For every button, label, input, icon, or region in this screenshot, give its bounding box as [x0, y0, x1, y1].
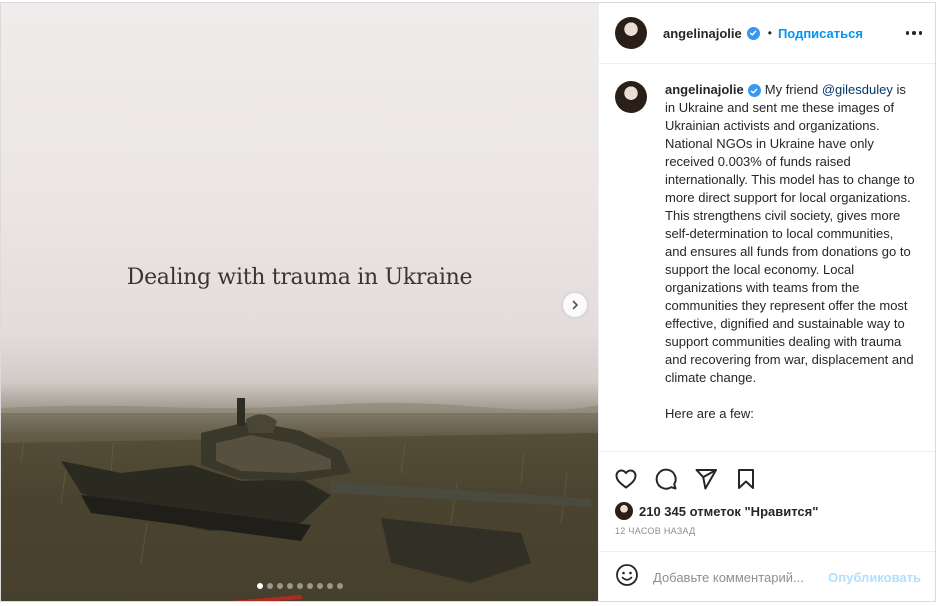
- post-header: angelinajolie • Подписаться: [599, 3, 935, 64]
- post-media[interactable]: Dealing with trauma in Ukraine: [1, 3, 598, 601]
- post-timestamp[interactable]: 12 ЧАСОВ НАЗАД: [615, 526, 921, 536]
- avatar[interactable]: [615, 17, 647, 49]
- caption: angelinajolie My friend @gilesduley is in…: [615, 81, 921, 387]
- more-icon[interactable]: [905, 31, 922, 35]
- carousel-dot: [336, 583, 343, 589]
- carousel-dot: [296, 583, 303, 589]
- publish-button[interactable]: Опубликовать: [828, 570, 921, 585]
- caption-text: angelinajolie My friend @gilesduley is in…: [665, 81, 915, 387]
- action-bar: 210 345 отметок "Нравится" 12 ЧАСОВ НАЗА…: [599, 451, 935, 536]
- caption-intro: My friend: [764, 82, 819, 97]
- emoji-icon[interactable]: [615, 563, 639, 592]
- post-side-panel: angelinajolie • Подписаться angelinajoli…: [598, 3, 935, 601]
- avatar: [615, 502, 633, 520]
- share-icon[interactable]: [693, 466, 719, 492]
- author-username[interactable]: angelinajolie: [663, 26, 742, 41]
- caption-continuation: Here are a few:: [665, 406, 754, 421]
- carousel-indicator: [1, 583, 598, 589]
- comment-bar: Добавьте комментарий... Опубликовать: [599, 551, 935, 601]
- follow-button[interactable]: Подписаться: [778, 26, 863, 41]
- comment-input[interactable]: Добавьте комментарий...: [653, 570, 821, 585]
- carousel-dot: [326, 583, 333, 589]
- comment-icon[interactable]: [653, 466, 679, 492]
- next-slide-button[interactable]: [563, 293, 587, 317]
- post-dialog: Dealing with trauma in Ukraine angelinaj…: [0, 2, 936, 602]
- likes-count[interactable]: 210 345 отметок "Нравится": [639, 504, 818, 519]
- verified-icon: [747, 84, 761, 98]
- avatar[interactable]: [615, 81, 647, 113]
- photo-scene: [1, 398, 598, 601]
- likes: 210 345 отметок "Нравится": [615, 502, 921, 520]
- carousel-dot: [316, 583, 323, 589]
- separator: •: [767, 26, 772, 40]
- chevron-right-icon: [572, 300, 578, 310]
- caption-scroll-area[interactable]: angelinajolie My friend @gilesduley is in…: [599, 65, 935, 451]
- caption-body: is in Ukraine and sent me these images o…: [665, 82, 915, 385]
- caption-username[interactable]: angelinajolie: [665, 82, 744, 97]
- heart-icon[interactable]: [613, 466, 639, 492]
- action-icons: [613, 466, 921, 492]
- mention-link[interactable]: @gilesduley: [822, 82, 893, 97]
- overlay-title: Dealing with trauma in Ukraine: [126, 265, 473, 290]
- carousel-dot: [256, 583, 263, 589]
- carousel-dot: [286, 583, 293, 589]
- carousel-dot: [306, 583, 313, 589]
- carousel-dot: [276, 583, 283, 589]
- verified-icon: [746, 26, 760, 40]
- carousel-dot: [266, 583, 273, 589]
- bookmark-icon[interactable]: [733, 466, 759, 492]
